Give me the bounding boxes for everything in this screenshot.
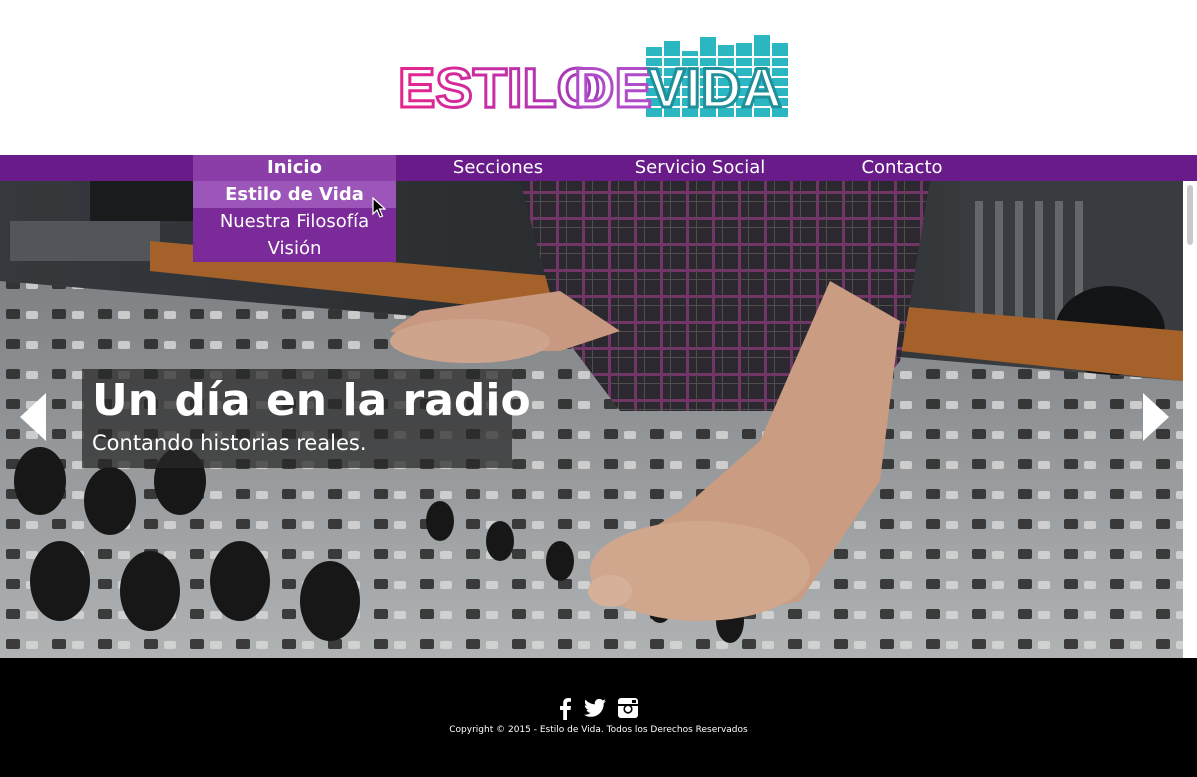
scrollbar-thumb[interactable]	[1187, 185, 1193, 245]
nav-item-secciones[interactable]: Secciones	[398, 155, 598, 181]
twitter-icon[interactable]	[584, 698, 606, 718]
main-nav: Inicio Secciones Servicio Social Contact…	[0, 155, 1197, 181]
hero-slider: Un día en la radio Contando historias re…	[0, 181, 1183, 658]
dropdown-item-nuestra-filosofia[interactable]: Nuestra Filosofía	[193, 208, 396, 235]
nav-item-inicio[interactable]: Inicio	[193, 155, 396, 181]
nav-item-servicio-social[interactable]: Servicio Social	[600, 155, 800, 181]
social-links	[556, 698, 644, 720]
instagram-icon[interactable]	[618, 698, 638, 718]
facebook-icon[interactable]	[558, 698, 572, 720]
site-footer: Copyright © 2015 - Estilo de Vida. Todos…	[0, 658, 1197, 777]
logo[interactable]: ESTILO DE VIDA	[396, 33, 802, 123]
mouse-pointer-icon	[372, 197, 386, 218]
nav-item-contacto[interactable]: Contacto	[802, 155, 1002, 181]
slider-next-arrow-icon[interactable]	[1141, 393, 1169, 441]
logo-text-vida: VIDA	[648, 56, 782, 119]
dropdown-item-estilo-de-vida[interactable]: Estilo de Vida	[193, 181, 396, 208]
site-header: ESTILO DE VIDA	[0, 0, 1197, 155]
vertical-scrollbar[interactable]	[1183, 181, 1197, 658]
logo-text-estilo: ESTILO	[398, 56, 600, 119]
slider-prev-arrow-icon[interactable]	[20, 393, 48, 441]
logo-text-de: DE	[574, 56, 652, 119]
inicio-dropdown-menu: Estilo de Vida Nuestra Filosofía Visión	[193, 181, 396, 262]
copyright-text: Copyright © 2015 - Estilo de Vida. Todos…	[449, 725, 748, 735]
dropdown-item-vision[interactable]: Visión	[193, 235, 396, 262]
slide-caption: Un día en la radio Contando historias re…	[82, 369, 531, 468]
slide-title: Un día en la radio	[92, 375, 531, 426]
slide-subtitle: Contando historias reales.	[92, 431, 367, 455]
